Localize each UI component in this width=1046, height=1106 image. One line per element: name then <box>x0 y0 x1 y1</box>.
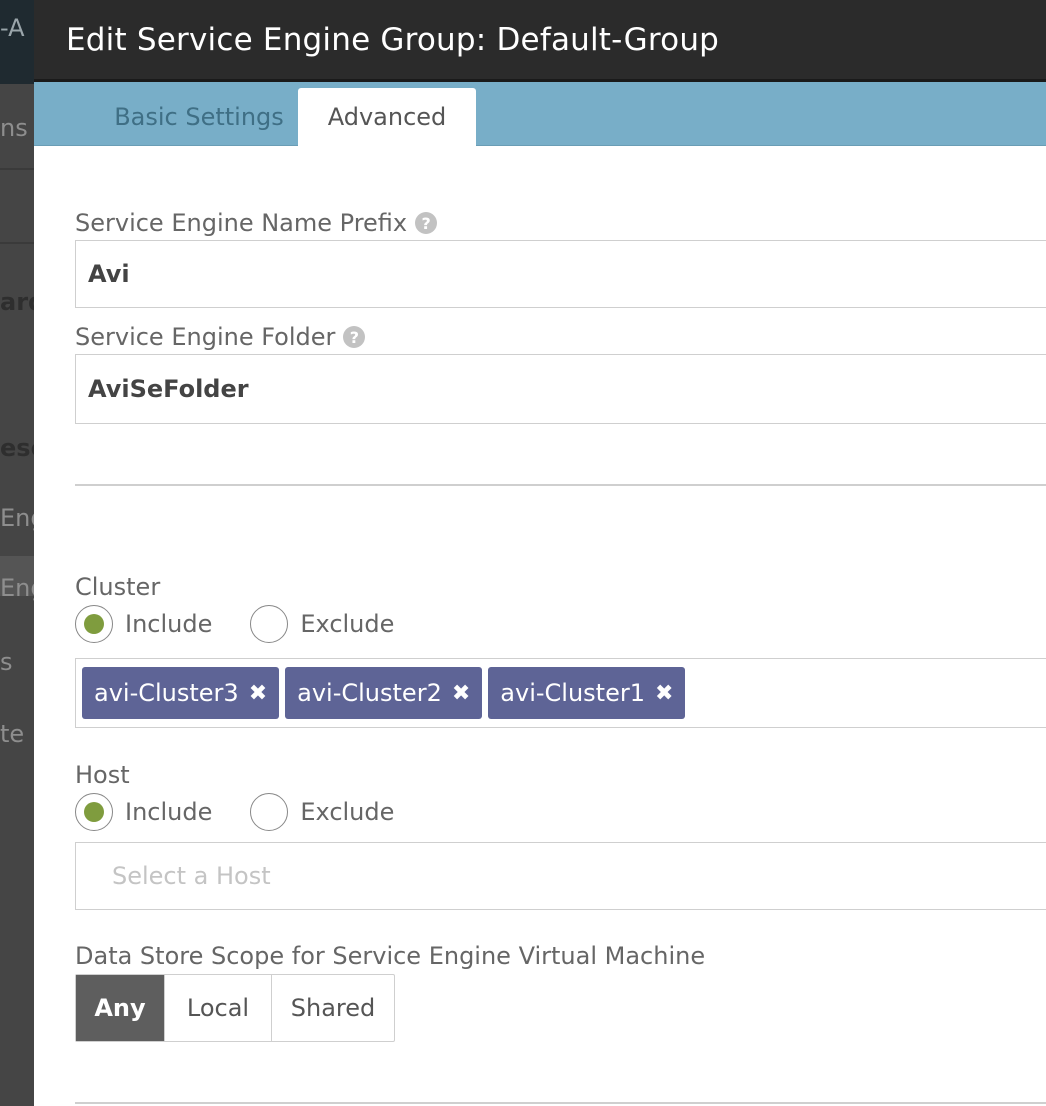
radio-circle-icon <box>75 605 113 643</box>
section-divider <box>75 1102 1046 1104</box>
modal-header: Edit Service Engine Group: Default-Group <box>34 0 1046 82</box>
cluster-multiselect[interactable]: avi-Cluster3 ✖ avi-Cluster2 ✖ avi-Cluste… <box>75 658 1046 728</box>
background-app-sidebar: -A ns ard esc Eng Eng s te <box>0 0 34 1106</box>
background-text: ns <box>0 114 28 142</box>
radio-circle-icon <box>75 793 113 831</box>
remove-icon[interactable]: ✖ <box>249 681 267 706</box>
radio-circle-icon <box>250 605 289 643</box>
tab-advanced[interactable]: Advanced <box>298 88 476 146</box>
cluster-tag: avi-Cluster1 ✖ <box>488 667 686 719</box>
cluster-tag-label: avi-Cluster2 <box>297 679 442 707</box>
cluster-include-radio[interactable]: Include <box>75 605 212 643</box>
cluster-tag: avi-Cluster2 ✖ <box>285 667 483 719</box>
background-header <box>0 0 34 84</box>
background-text: Eng <box>0 504 34 532</box>
background-divider <box>0 168 34 170</box>
background-text: esc <box>0 434 34 462</box>
remove-icon[interactable]: ✖ <box>655 681 673 706</box>
background-text: ard <box>0 288 34 316</box>
cluster-radio-group: Include Exclude <box>75 604 1046 644</box>
tab-bar: Basic Settings Advanced <box>34 82 1046 146</box>
host-include-radio[interactable]: Include <box>75 793 212 831</box>
host-select[interactable]: Select a Host <box>75 842 1046 910</box>
name-prefix-label-text: Service Engine Name Prefix <box>75 209 408 237</box>
cluster-include-label: Include <box>125 610 213 638</box>
background-divider <box>0 242 34 244</box>
host-radio-group: Include Exclude <box>75 792 1046 832</box>
datastore-scope-label: Data Store Scope for Service Engine Virt… <box>75 942 706 970</box>
background-text: -A <box>0 14 25 42</box>
help-icon[interactable]: ? <box>415 212 438 234</box>
edit-se-group-modal: Edit Service Engine Group: Default-Group… <box>34 0 1046 1106</box>
cluster-exclude-label: Exclude <box>300 610 395 638</box>
host-label: Host <box>75 761 130 789</box>
datastore-local-button[interactable]: Local <box>165 975 272 1041</box>
background-text: s <box>0 648 13 676</box>
host-exclude-label: Exclude <box>300 798 395 826</box>
advanced-form: Service Engine Name Prefix ? Avi Service… <box>75 146 1046 1104</box>
cluster-tag-label: avi-Cluster3 <box>94 679 239 707</box>
host-include-label: Include <box>125 798 213 826</box>
name-prefix-label: Service Engine Name Prefix ? <box>75 208 1046 238</box>
cluster-tag-label: avi-Cluster1 <box>500 679 645 707</box>
datastore-any-button[interactable]: Any <box>76 975 165 1041</box>
datastore-shared-button[interactable]: Shared <box>272 975 394 1041</box>
folder-label: Service Engine Folder ? <box>75 322 1046 352</box>
tab-basic-settings[interactable]: Basic Settings <box>74 88 324 146</box>
background-text: Eng <box>0 574 34 602</box>
folder-input[interactable]: AviSeFolder <box>75 354 1046 424</box>
background-text: te <box>0 720 25 748</box>
folder-label-text: Service Engine Folder <box>75 323 336 351</box>
radio-circle-icon <box>250 793 289 831</box>
name-prefix-input[interactable]: Avi <box>75 240 1046 308</box>
cluster-exclude-radio[interactable]: Exclude <box>250 605 394 643</box>
datastore-scope-buttons: Any Local Shared <box>75 974 395 1042</box>
cluster-tag: avi-Cluster3 ✖ <box>82 667 280 719</box>
cluster-label: Cluster <box>75 573 161 601</box>
modal-title: Edit Service Engine Group: Default-Group <box>66 21 720 58</box>
remove-icon[interactable]: ✖ <box>452 681 470 706</box>
section-divider <box>75 484 1046 486</box>
help-icon[interactable]: ? <box>343 326 366 348</box>
host-exclude-radio[interactable]: Exclude <box>250 793 394 831</box>
